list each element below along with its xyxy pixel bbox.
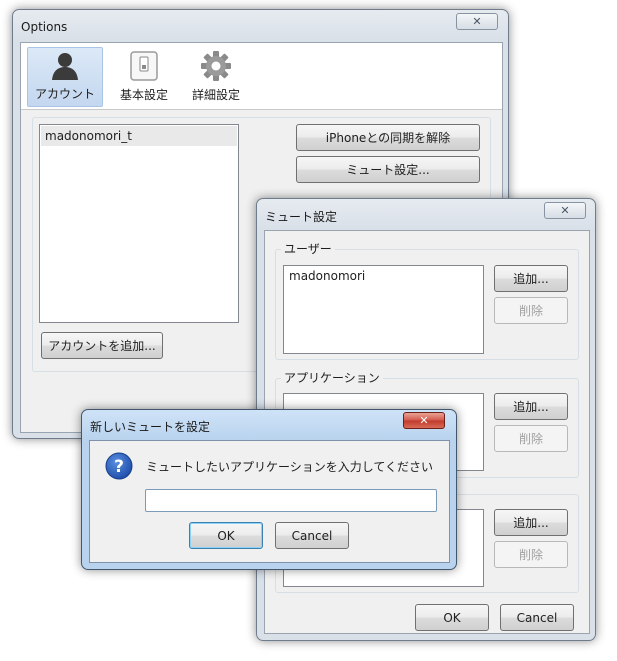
list-item[interactable]: madonomori (289, 269, 365, 283)
new-mute-close-button[interactable]: ✕ (403, 412, 445, 429)
user-group-label: ユーザー (281, 240, 335, 257)
unsync-iphone-button[interactable]: iPhoneとの同期を解除 (296, 124, 480, 151)
close-icon: ✕ (472, 15, 482, 28)
muted-user-list[interactable]: madonomori (283, 265, 484, 354)
add-app-button[interactable]: 追加... (494, 393, 568, 420)
new-mute-dialog-title: 新しいミュートを設定 (90, 420, 211, 434)
options-window-title: Options (21, 20, 68, 34)
mute-cancel-button[interactable]: Cancel (500, 604, 574, 631)
gear-icon (201, 51, 231, 81)
options-close-button[interactable]: ✕ (456, 13, 498, 30)
new-mute-dialog: 新しいミュートを設定 ✕ ? ミュートしたいアプリケーションを入力してください … (81, 409, 457, 570)
new-mute-client: ? ミュートしたいアプリケーションを入力してください OK Cancel (89, 440, 450, 563)
svg-text:?: ? (114, 457, 124, 477)
prompt-message: ミュートしたいアプリケーションを入力してください (146, 460, 434, 474)
toolbar-item-basic-label: 基本設定 (119, 88, 168, 102)
mute-ok-button[interactable]: OK (415, 604, 489, 631)
prompt-cancel-button[interactable]: Cancel (275, 522, 349, 549)
switch-icon (130, 51, 158, 81)
delete-user-button[interactable]: 削除 (494, 297, 568, 324)
prompt-ok-button[interactable]: OK (189, 522, 263, 549)
app-group-label: アプリケーション (281, 369, 383, 386)
toolbar-item-advanced[interactable]: 詳細設定 (181, 47, 251, 107)
close-icon: ✕ (419, 414, 429, 427)
close-icon: ✕ (560, 204, 570, 217)
list-item[interactable]: madonomori_t (41, 126, 237, 146)
add-account-button[interactable]: アカウントを追加... (41, 332, 163, 359)
toolbar-item-advanced-label: 詳細設定 (191, 88, 240, 102)
toolbar-item-account[interactable]: アカウント (27, 47, 103, 107)
mute-settings-title: ミュート設定 (265, 210, 338, 224)
delete-app-button[interactable]: 削除 (494, 425, 568, 452)
muted-user-name: madonomori (289, 269, 366, 283)
toolbar-item-basic[interactable]: 基本設定 (109, 47, 179, 107)
mute-settings-button[interactable]: ミュート設定... (296, 156, 480, 183)
account-list[interactable]: madonomori_t (39, 124, 239, 323)
toolbar-item-account-label: アカウント (34, 87, 95, 101)
delete-third-button[interactable]: 削除 (494, 541, 568, 568)
application-name-input[interactable] (145, 489, 437, 512)
options-toolbar: アカウント 基本設定 詳細設定 (21, 43, 502, 110)
add-third-button[interactable]: 追加... (494, 509, 568, 536)
question-icon: ? (105, 452, 133, 480)
account-name: madonomori_t (45, 129, 132, 143)
add-user-button[interactable]: 追加... (494, 265, 568, 292)
user-icon (52, 53, 78, 80)
mute-settings-close-button[interactable]: ✕ (544, 202, 586, 219)
